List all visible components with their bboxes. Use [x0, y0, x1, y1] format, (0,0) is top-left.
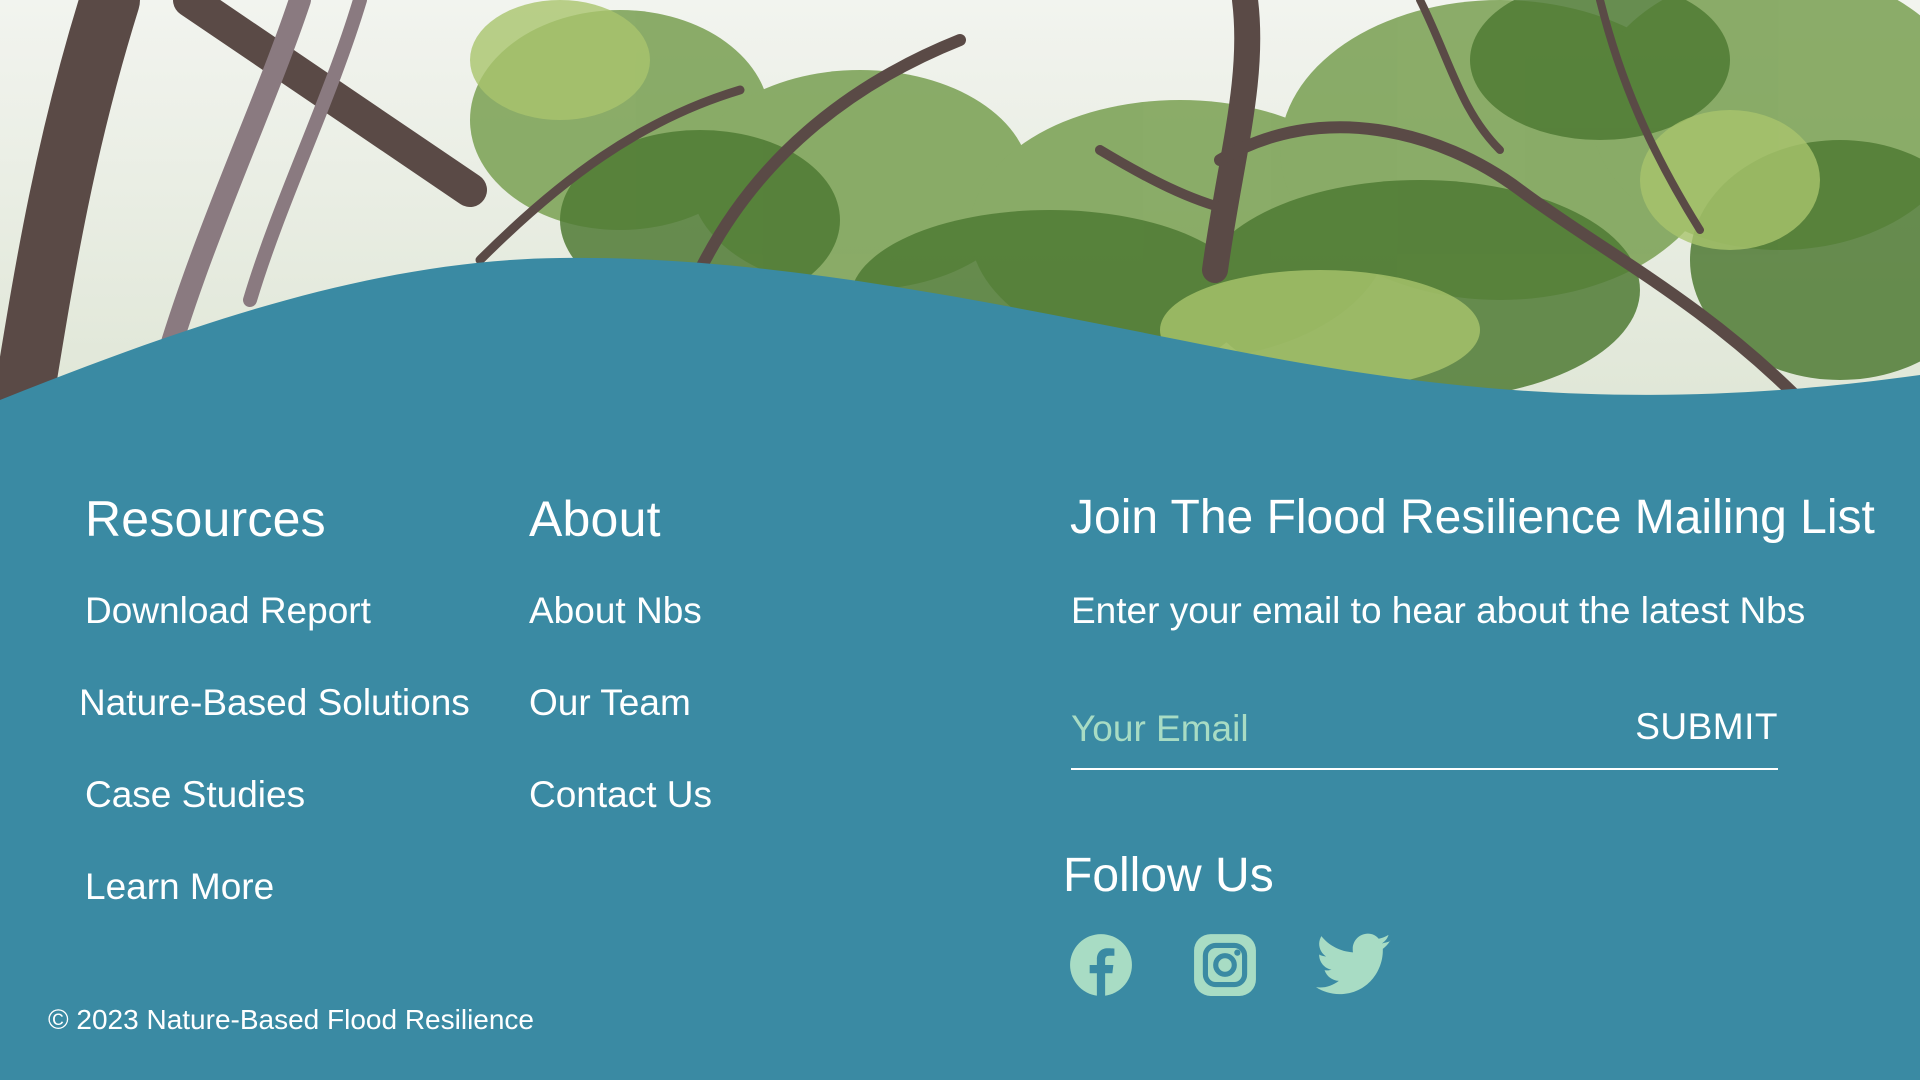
- contact-us-link[interactable]: Contact Us: [529, 774, 712, 816]
- case-studies-link[interactable]: Case Studies: [85, 774, 305, 816]
- mailing-list-subtitle: Enter your email to hear about the lates…: [1071, 590, 1806, 631]
- instagram-icon[interactable]: [1192, 932, 1258, 998]
- download-report-link[interactable]: Download Report: [85, 590, 371, 632]
- submit-button[interactable]: SUBMIT: [1635, 702, 1778, 752]
- email-form: SUBMIT: [1071, 700, 1778, 770]
- email-input[interactable]: [1071, 700, 1631, 758]
- learn-more-link[interactable]: Learn More: [85, 866, 274, 908]
- follow-us-heading: Follow Us: [1063, 849, 1274, 902]
- copyright-text: © 2023 Nature-Based Flood Resilience: [48, 1004, 535, 1035]
- our-team-link[interactable]: Our Team: [529, 682, 691, 724]
- nature-based-solutions-link[interactable]: Nature-Based Solutions: [79, 682, 470, 724]
- facebook-icon[interactable]: [1068, 932, 1134, 998]
- twitter-icon[interactable]: [1316, 932, 1392, 998]
- footer-page: Resources Download Report Nature-Based S…: [0, 0, 1920, 1080]
- about-nbs-link[interactable]: About Nbs: [529, 590, 702, 632]
- about-heading: About: [529, 491, 661, 547]
- mailing-list-heading: Join The Flood Resilience Mailing List: [1070, 491, 1875, 544]
- resources-heading: Resources: [85, 491, 326, 547]
- footer: Resources Download Report Nature-Based S…: [0, 0, 1920, 1080]
